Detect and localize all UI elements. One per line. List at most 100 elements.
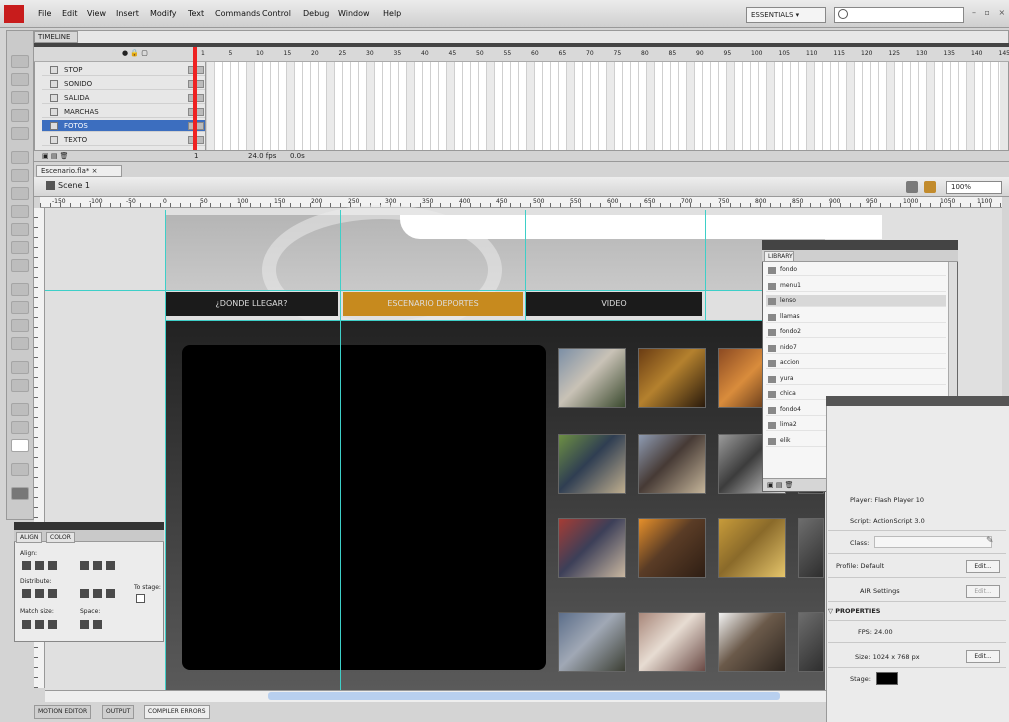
photo-thumbnail[interactable] [718,518,786,578]
library-item[interactable]: nido7 [766,342,946,354]
menu-insert[interactable]: Insert [116,9,139,18]
pencil-icon[interactable]: ✎ [986,536,994,546]
pen-tool-icon[interactable] [11,151,29,164]
workspace-switcher[interactable]: ESSENTIALS ▾ [746,7,826,23]
tab-align[interactable]: ALIGN [16,532,43,543]
menu-window[interactable]: Window [338,9,370,18]
space-horizontal-icon[interactable] [93,620,102,629]
new-symbol-icon[interactable]: ▣ ▤ 🗑 [767,481,794,489]
layer-row[interactable]: FOTOS [42,120,205,132]
photo-thumbnail[interactable] [638,348,706,408]
library-panel-header[interactable] [762,240,958,250]
layer-row[interactable]: MARCHAS [42,106,205,118]
tab-output[interactable]: OUTPUT [102,705,135,719]
match-both-icon[interactable] [48,620,57,629]
distribute-top-icon[interactable] [22,589,31,598]
brush-tool-icon[interactable] [11,241,29,254]
hand-tool-icon[interactable] [11,361,29,374]
guide-line[interactable] [525,210,526,320]
fps-label[interactable]: FPS: 24.00 [858,628,893,636]
align-left-icon[interactable] [22,561,31,570]
library-item[interactable]: yura [766,373,946,385]
menu-file[interactable]: File [38,9,51,18]
free-transform-tool-icon[interactable] [11,91,29,104]
scrollbar-thumb[interactable] [268,692,780,700]
edit-scene-icon[interactable] [906,181,918,193]
layer-row[interactable]: TEXTO [42,134,205,146]
content-panel-left[interactable] [182,345,342,670]
nav-button[interactable]: ESCENARIO DEPORTES [343,292,523,316]
bone-tool-icon[interactable] [11,283,29,296]
distribute-vcenter-icon[interactable] [35,589,44,598]
layer-row[interactable]: SONIDO [42,78,205,90]
text-tool-icon[interactable] [11,169,29,182]
properties-section-header[interactable]: ▽ PROPERTIES [828,607,880,615]
library-item[interactable]: fondo2 [766,326,946,338]
distribute-bottom-icon[interactable] [48,589,57,598]
distribute-hcenter-icon[interactable] [93,589,102,598]
profile-edit-button[interactable]: Edit... [966,560,1000,573]
menu-modify[interactable]: Modify [150,9,177,18]
tab-timeline[interactable]: TIMELINE [34,31,78,43]
guide-line[interactable] [45,290,825,291]
snap-to-objects-icon[interactable] [11,463,29,476]
photo-thumbnail[interactable] [798,612,824,672]
nav-button[interactable]: VIDEO [526,292,702,316]
align-middle-icon[interactable] [93,561,102,570]
document-tab[interactable]: Escenario.fla* × [36,165,122,177]
photo-thumbnail[interactable] [718,612,786,672]
playhead[interactable] [193,47,197,159]
content-panel-right[interactable] [340,345,546,670]
library-item[interactable]: lenso [766,295,946,307]
paint-bucket-tool-icon[interactable] [11,301,29,314]
guide-line[interactable] [705,210,706,320]
photo-thumbnail[interactable] [558,518,626,578]
window-controls[interactable]: – ▫ × [972,8,1008,17]
air-edit-button[interactable]: Edit... [966,585,1000,598]
library-item[interactable]: llamas [766,311,946,323]
space-vertical-icon[interactable] [80,620,89,629]
edit-symbols-icon[interactable] [924,181,936,193]
menu-text[interactable]: Text [188,9,204,18]
guide-line[interactable] [165,210,166,690]
tab-color[interactable]: COLOR [46,532,75,543]
stage-color-swatch[interactable] [876,672,898,685]
align-center-icon[interactable] [35,561,44,570]
selection-tool-icon[interactable] [11,55,29,68]
library-item[interactable]: accion [766,357,946,369]
eye-icon[interactable]: ● 🔒 ▢ [122,49,148,57]
match-width-icon[interactable] [22,620,31,629]
zoom-select[interactable]: 100% [946,181,1002,194]
deco-tool-icon[interactable] [11,259,29,272]
size-edit-button[interactable]: Edit... [966,650,1000,663]
photo-thumbnail[interactable] [638,612,706,672]
distribute-right-icon[interactable] [106,589,115,598]
align-right-icon[interactable] [48,561,57,570]
lasso-tool-icon[interactable] [11,127,29,140]
guide-line[interactable] [340,210,341,690]
layer-row[interactable]: SALIDA [42,92,205,104]
new-layer-icon[interactable]: ▣ ▤ 🗑 [42,152,69,160]
tab-compiler-errors[interactable]: COMPILER ERRORS [144,705,210,719]
scene-label[interactable]: Scene 1 [58,181,90,190]
photo-thumbnail[interactable] [558,434,626,494]
class-field[interactable] [874,536,992,548]
guide-line[interactable] [165,320,825,321]
align-panel-header[interactable] [14,522,164,530]
library-item[interactable]: fondo [766,264,946,276]
distribute-left-icon[interactable] [80,589,89,598]
align-top-icon[interactable] [80,561,89,570]
layer-row[interactable]: STOP [42,64,205,76]
photo-thumbnail[interactable] [638,434,706,494]
to-stage-checkbox[interactable] [136,594,145,603]
fill-color-icon[interactable] [11,421,29,434]
tab-library[interactable]: LIBRARY [764,251,794,262]
match-height-icon[interactable] [35,620,44,629]
photo-thumbnail[interactable] [638,518,706,578]
menu-control[interactable]: Control [262,9,291,18]
menu-view[interactable]: View [87,9,106,18]
menu-commands[interactable]: Commands [215,9,260,18]
smooth-icon[interactable] [11,487,29,500]
menu-help[interactable]: Help [383,9,401,18]
default-colors-icon[interactable] [11,439,29,452]
